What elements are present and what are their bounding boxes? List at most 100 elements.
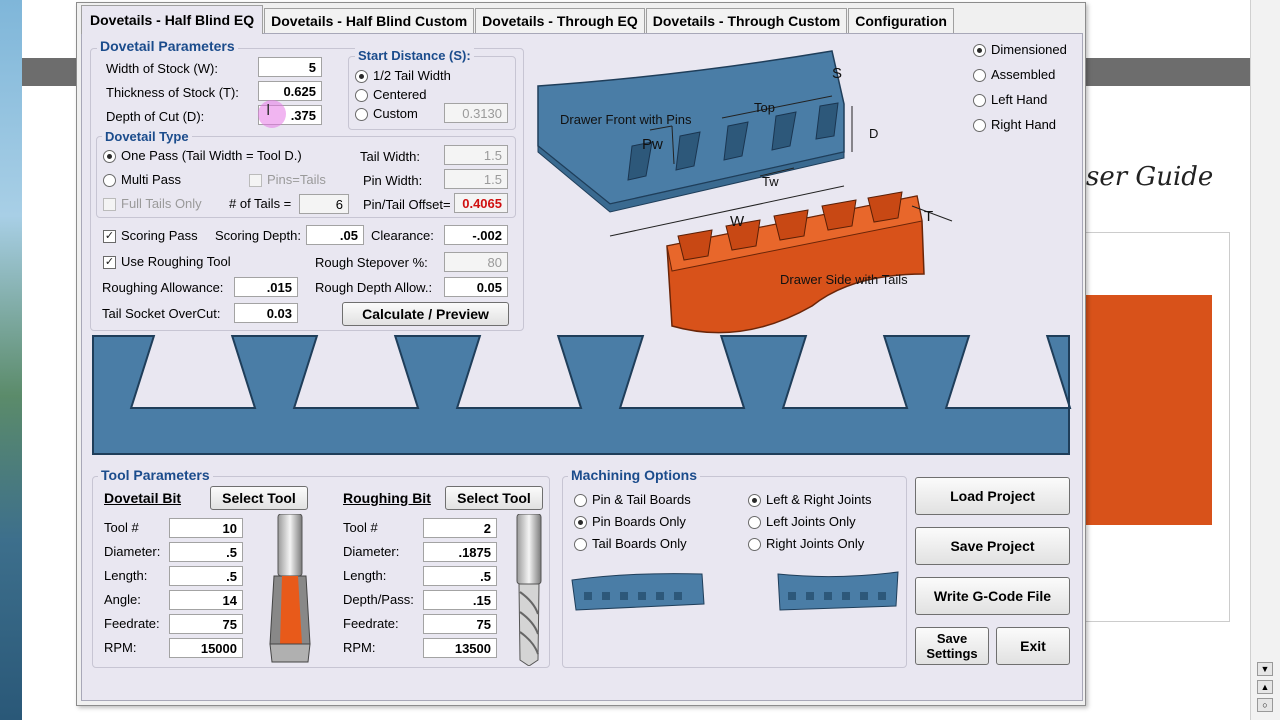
pins-equal-tails-checkbox[interactable] — [249, 174, 262, 187]
dovetail-row-label: Feedrate: — [104, 616, 160, 631]
scoring-pass-label: Scoring Pass — [121, 228, 198, 243]
tab-half-blind-eq[interactable]: Dovetails - Half Blind EQ — [81, 5, 264, 34]
tab-through-eq[interactable]: Dovetails - Through EQ — [475, 8, 645, 34]
dovetail-row-label: Length: — [104, 568, 148, 583]
dovetail-bit-icon — [269, 514, 311, 663]
roughing-row-input[interactable]: 75 — [423, 614, 497, 634]
left-joints-only-label: Left Joints Only — [766, 514, 856, 529]
start-half-tail-label: 1/2 Tail Width — [373, 68, 451, 83]
clearance-input[interactable]: -.002 — [444, 225, 508, 245]
scoring-pass-checkbox[interactable]: ✓ — [103, 230, 116, 243]
dovetail-row-label: Tool # — [104, 520, 139, 535]
exit-button[interactable]: Exit — [996, 627, 1070, 665]
view-dimensioned-radio[interactable] — [973, 44, 986, 57]
start-custom-radio[interactable] — [355, 108, 368, 121]
overcut-input[interactable]: 0.03 — [234, 303, 298, 323]
roughing-row-input[interactable]: .15 — [423, 590, 497, 610]
dovetail-parameters-title: Dovetail Parameters — [97, 38, 238, 54]
background-guide-title: ser Guide — [1086, 162, 1214, 192]
pin-width-input[interactable]: 1.5 — [444, 169, 508, 189]
d-dimension-label: D — [869, 126, 878, 141]
load-project-button[interactable]: Load Project — [915, 477, 1070, 515]
select-roughing-tool-button[interactable]: Select Tool — [445, 486, 543, 510]
num-tails-input[interactable]: 6 — [299, 194, 349, 214]
background-scrollbar[interactable]: ▼ ▲ ○ — [1250, 0, 1280, 720]
dovetail-row-input[interactable]: .5 — [169, 566, 243, 586]
tail-width-input[interactable]: 1.5 — [444, 145, 508, 165]
roughing-row-input[interactable]: 13500 — [423, 638, 497, 658]
right-joints-only-label: Right Joints Only — [766, 536, 865, 551]
start-centered-label: Centered — [373, 87, 427, 102]
pins-equal-tails-label: Pins=Tails — [267, 172, 326, 187]
left-board-thumbnail — [571, 573, 705, 611]
scroll-up-page-icon[interactable]: ▲ — [1257, 680, 1273, 694]
roughing-row-input[interactable]: .5 — [423, 566, 497, 586]
tab-bar: Dovetails - Half Blind EQ Dovetails - Ha… — [81, 5, 955, 34]
roughing-allowance-label: Roughing Allowance: — [102, 280, 224, 295]
dovetail-illustration: Drawer Front with Pins Top S D Pw Tw W T… — [537, 50, 953, 334]
background-orange-board — [1086, 295, 1212, 525]
save-settings-button[interactable]: Save Settings — [915, 627, 989, 665]
scoring-depth-label: Scoring Depth: — [215, 228, 301, 243]
pin-tail-boards-label: Pin & Tail Boards — [592, 492, 691, 507]
roughing-bit-heading: Roughing Bit — [343, 490, 431, 506]
offset-value: 0.4065 — [454, 193, 508, 213]
rough-depth-input[interactable]: 0.05 — [444, 277, 508, 297]
scroll-down-icon[interactable]: ▼ — [1257, 662, 1273, 676]
save-project-button[interactable]: Save Project — [915, 527, 1070, 565]
pin-boards-only-radio[interactable] — [574, 516, 587, 529]
view-assembled-radio[interactable] — [973, 69, 986, 82]
full-tails-label: Full Tails Only — [121, 196, 202, 211]
calculate-preview-button[interactable]: Calculate / Preview — [342, 302, 509, 326]
start-centered-radio[interactable] — [355, 89, 368, 102]
view-right-hand-radio[interactable] — [973, 119, 986, 132]
dovetail-row-label: RPM: — [104, 640, 137, 655]
dovetail-row-input[interactable]: 10 — [169, 518, 243, 538]
roughing-row-input[interactable]: .1875 — [423, 542, 497, 562]
roughing-tool-label: Use Roughing Tool — [121, 254, 231, 269]
width-input[interactable]: 5 — [258, 57, 322, 77]
dovetail-row-input[interactable]: 75 — [169, 614, 243, 634]
left-right-joints-radio[interactable] — [748, 494, 761, 507]
view-left-hand-label: Left Hand — [991, 92, 1048, 107]
tab-configuration[interactable]: Configuration — [848, 8, 954, 34]
dovetail-bit-heading: Dovetail Bit — [104, 490, 182, 506]
thickness-input[interactable]: 0.625 — [258, 81, 322, 101]
roughing-row-input[interactable]: 2 — [423, 518, 497, 538]
pw-dimension-label: Pw — [642, 136, 663, 153]
pin-width-label: Pin Width: — [363, 173, 423, 188]
width-label: Width of Stock (W): — [106, 61, 218, 76]
multi-pass-radio[interactable] — [103, 174, 116, 187]
pin-board-preview — [92, 335, 1072, 455]
write-gcode-button[interactable]: Write G-Code File — [915, 577, 1070, 615]
pin-tail-boards-radio[interactable] — [574, 494, 587, 507]
right-joints-only-radio[interactable] — [748, 538, 761, 551]
t-dimension-label: T — [924, 208, 933, 225]
offset-label: Pin/Tail Offset= — [363, 197, 451, 212]
tab-half-blind-custom[interactable]: Dovetails - Half Blind Custom — [264, 8, 475, 34]
start-half-tail-radio[interactable] — [355, 70, 368, 83]
tail-boards-only-radio[interactable] — [574, 538, 587, 551]
num-tails-label: # of Tails = — [229, 196, 292, 211]
view-left-hand-radio[interactable] — [973, 94, 986, 107]
scoring-depth-input[interactable]: .05 — [306, 225, 364, 245]
roughing-tool-checkbox[interactable]: ✓ — [103, 256, 116, 269]
tail-boards-only-label: Tail Boards Only — [592, 536, 687, 551]
left-joints-only-radio[interactable] — [748, 516, 761, 529]
start-custom-input[interactable]: 0.3130 — [444, 103, 508, 123]
pin-boards-only-label: Pin Boards Only — [592, 514, 686, 529]
roughing-allowance-input[interactable]: .015 — [234, 277, 298, 297]
dovetail-row-input[interactable]: .5 — [169, 542, 243, 562]
tab-through-custom[interactable]: Dovetails - Through Custom — [645, 8, 848, 34]
full-tails-checkbox[interactable] — [103, 198, 116, 211]
one-pass-radio[interactable] — [103, 150, 116, 163]
roughing-row-label: Depth/Pass: — [343, 592, 414, 607]
scroll-select-icon[interactable]: ○ — [1257, 698, 1273, 712]
dovetail-row-input[interactable]: 14 — [169, 590, 243, 610]
tail-width-label: Tail Width: — [360, 149, 420, 164]
multi-pass-label: Multi Pass — [121, 172, 181, 187]
select-dovetail-tool-button[interactable]: Select Tool — [210, 486, 308, 510]
stepover-input[interactable]: 80 — [444, 252, 508, 272]
dovetail-row-input[interactable]: 15000 — [169, 638, 243, 658]
drawer-side-label: Drawer Side with Tails — [780, 272, 908, 287]
